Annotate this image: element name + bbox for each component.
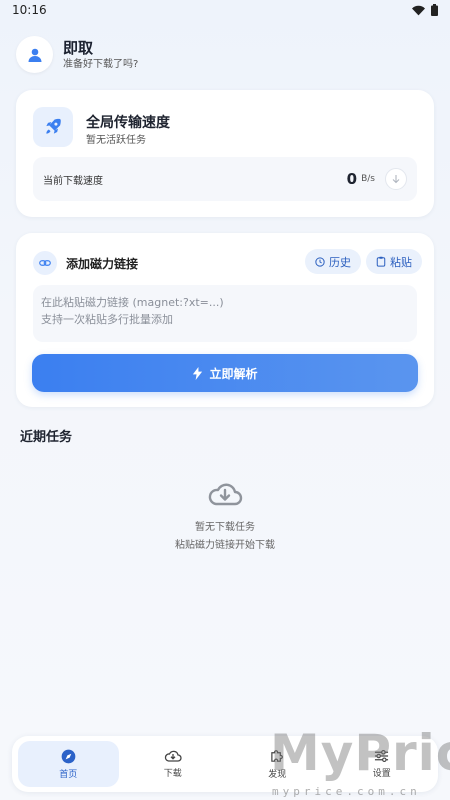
speed-title: 全局传输速度 xyxy=(86,115,170,131)
current-speed-row: 当前下载速度 0 B/s xyxy=(33,157,417,201)
paste-label: 粘贴 xyxy=(390,255,412,269)
parse-label: 立即解析 xyxy=(209,366,258,381)
app-header: 即取 准备好下载了吗? xyxy=(16,36,138,73)
rocket-icon xyxy=(46,118,61,134)
battery-icon xyxy=(431,4,438,16)
status-time: 10:16 xyxy=(12,3,47,17)
nav-downloads-label: 下载 xyxy=(163,769,182,779)
history-button[interactable]: 历史 xyxy=(305,249,361,274)
user-icon xyxy=(28,48,41,62)
link-icon xyxy=(39,260,51,266)
speed-icon-box xyxy=(33,107,73,147)
magnet-card: 添加磁力链接 历史 粘贴 在此粘贴磁力链接 (magnet:?xt=...) 支… xyxy=(16,233,434,407)
wifi-icon xyxy=(412,5,425,15)
compass-icon xyxy=(61,749,76,763)
watermark-brand: MyPrice xyxy=(270,724,450,782)
link-icon-box xyxy=(33,251,57,275)
nav-downloads[interactable]: 下载 xyxy=(123,741,224,787)
parse-button[interactable]: 立即解析 xyxy=(32,354,418,392)
header-text: 即取 准备好下载了吗? xyxy=(63,38,138,72)
recent-tasks-title: 近期任务 xyxy=(20,430,73,445)
app-title: 即取 xyxy=(63,38,94,57)
status-icons xyxy=(412,4,438,16)
watermark-site: myprice.com.cn xyxy=(272,785,421,798)
speed-value: 0 xyxy=(346,170,358,188)
magnet-title: 添加磁力链接 xyxy=(66,257,139,271)
history-label: 历史 xyxy=(329,255,351,269)
lightning-icon xyxy=(193,366,203,380)
empty-state: 暂无下载任务 粘贴磁力链接开始下载 xyxy=(0,480,450,551)
app-subtitle: 准备好下载了吗? xyxy=(63,58,139,70)
speed-unit: B/s xyxy=(361,174,375,184)
empty-title: 暂无下载任务 xyxy=(195,522,255,533)
speed-arrow-button[interactable] xyxy=(385,168,407,190)
magnet-input[interactable]: 在此粘贴磁力链接 (magnet:?xt=...) 支持一次粘贴多行批量添加 xyxy=(33,285,417,342)
speed-subtitle: 暂无活跃任务 xyxy=(86,135,146,146)
empty-hint: 粘贴磁力链接开始下载 xyxy=(175,540,275,551)
nav-home[interactable]: 首页 xyxy=(18,741,119,787)
clipboard-icon xyxy=(376,256,386,267)
clock-icon xyxy=(315,256,325,267)
arrow-down-icon xyxy=(392,175,400,184)
speed-card: 全局传输速度 暂无活跃任务 当前下载速度 0 B/s xyxy=(16,90,434,217)
cloud-download-icon xyxy=(208,483,243,506)
status-bar: 10:16 xyxy=(0,0,450,20)
current-speed-label: 当前下载速度 xyxy=(43,175,103,187)
avatar[interactable] xyxy=(16,36,53,73)
cloud-download-icon xyxy=(164,750,182,762)
nav-home-label: 首页 xyxy=(59,769,78,780)
paste-button[interactable]: 粘贴 xyxy=(366,249,422,274)
